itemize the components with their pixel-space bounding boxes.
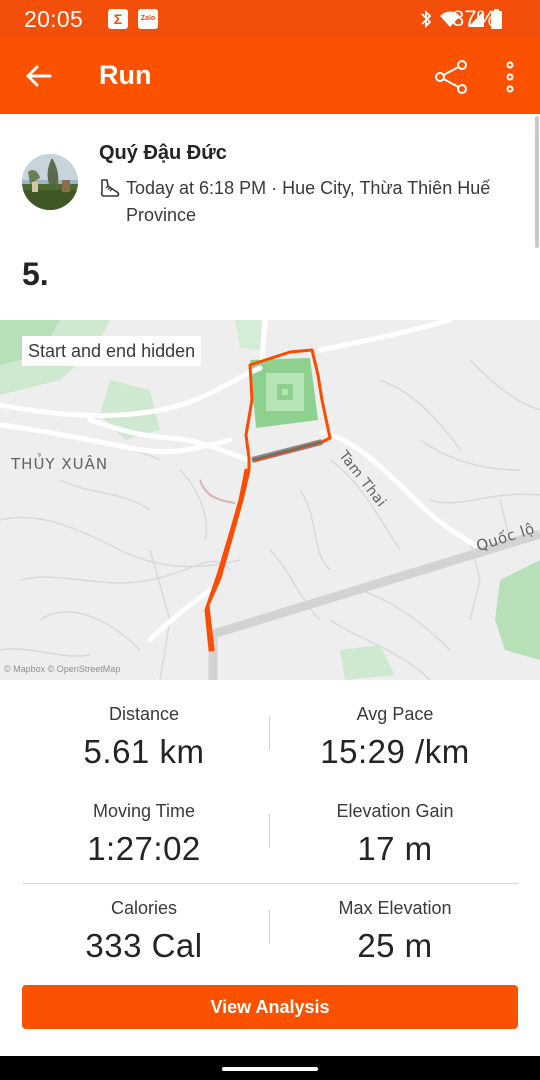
max-elevation-value: 25 m (357, 927, 433, 964)
navigation-bar (0, 1056, 540, 1080)
home-gesture-handle[interactable] (222, 1067, 318, 1071)
privacy-badge: Start and end hidden (22, 336, 202, 366)
athlete-name[interactable]: Quý Đậu Đức (99, 142, 227, 165)
view-analysis-button[interactable]: View Analysis (22, 985, 518, 1029)
share-icon[interactable] (432, 58, 470, 96)
avg-pace-label: Avg Pace (356, 704, 434, 724)
distance-label: Distance (108, 704, 180, 724)
moving-time-value: 1:27:02 (87, 830, 201, 867)
status-time: 20:05 (24, 6, 84, 32)
app-bar: Run (0, 38, 540, 114)
avg-pace-value: 15:29 /km (320, 733, 470, 770)
more-vertical-icon[interactable] (498, 58, 522, 96)
page-title: Run (99, 60, 152, 90)
bluetooth-icon (421, 9, 432, 29)
moving-time-label: Moving Time (92, 801, 196, 821)
activity-meta: Today at 6:18 PM · Hue City, Thừa Thiên … (126, 178, 491, 225)
status-bar: 20:05 Σ Zalo 87% (0, 0, 540, 38)
calories-value: 333 Cal (85, 927, 203, 964)
max-elevation-label: Max Elevation (338, 898, 452, 918)
elevation-gain-label: Elevation Gain (336, 801, 454, 821)
route-map[interactable]: Start and end hidden THỦY XUÂN Tam Thai … (0, 320, 540, 680)
battery-percentage: 87% (452, 6, 497, 31)
sigma-notification-icon: Σ (108, 9, 128, 29)
map-attribution[interactable]: © Mapbox © OpenStreetMap (4, 664, 120, 674)
map-area-label: THỦY XUÂN (11, 455, 109, 473)
zalo-notification-icon: Zalo (138, 9, 158, 29)
activity-title[interactable]: 5. (22, 256, 49, 293)
avatar[interactable] (22, 154, 78, 210)
elevation-gain-value: 17 m (357, 830, 433, 867)
stats-divider (22, 883, 518, 884)
calories-label: Calories (110, 898, 178, 918)
distance-value: 5.61 km (83, 733, 205, 770)
shoe-icon (100, 179, 120, 197)
scroll-indicator (535, 116, 539, 248)
arrow-left-icon[interactable] (20, 58, 56, 94)
